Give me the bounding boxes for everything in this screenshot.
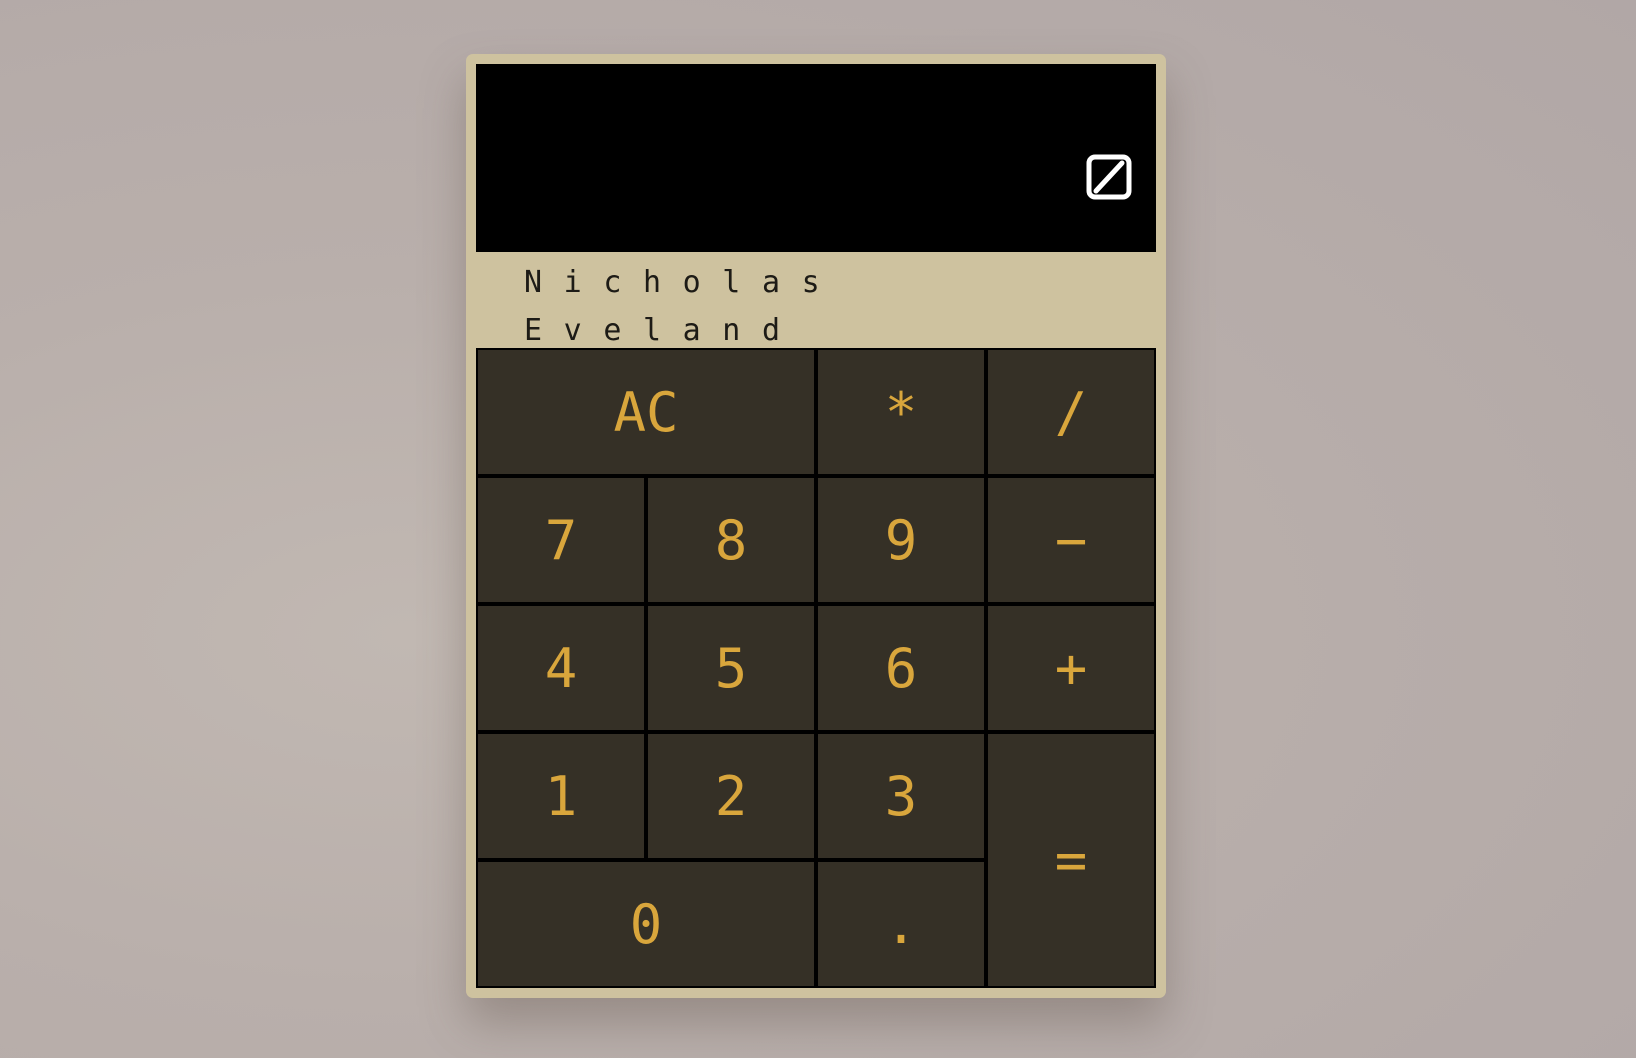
- digit-2-button[interactable]: 2: [648, 734, 814, 858]
- digit-0-button[interactable]: 0: [478, 862, 814, 986]
- keypad: AC * / 7 8 9 − 4 5 6 + 1 2 3 = 0 .: [476, 348, 1156, 988]
- author-name: Nicholas Eveland: [524, 259, 841, 355]
- clear-button[interactable]: AC: [478, 350, 814, 474]
- slashed-square-icon[interactable]: [1086, 154, 1132, 200]
- divide-button[interactable]: /: [988, 350, 1154, 474]
- multiply-button[interactable]: *: [818, 350, 984, 474]
- display-screen: [476, 64, 1156, 252]
- add-button[interactable]: +: [988, 606, 1154, 730]
- author-first-name: Nicholas: [524, 265, 842, 300]
- calculator: Nicholas Eveland AC * / 7 8 9 − 4 5 6 + …: [466, 54, 1166, 998]
- equals-button[interactable]: =: [988, 734, 1154, 986]
- decimal-button[interactable]: .: [818, 862, 984, 986]
- digit-3-button[interactable]: 3: [818, 734, 984, 858]
- digit-8-button[interactable]: 8: [648, 478, 814, 602]
- digit-9-button[interactable]: 9: [818, 478, 984, 602]
- digit-4-button[interactable]: 4: [478, 606, 644, 730]
- digit-6-button[interactable]: 6: [818, 606, 984, 730]
- digit-5-button[interactable]: 5: [648, 606, 814, 730]
- digit-1-button[interactable]: 1: [478, 734, 644, 858]
- subtract-button[interactable]: −: [988, 478, 1154, 602]
- digit-7-button[interactable]: 7: [478, 478, 644, 602]
